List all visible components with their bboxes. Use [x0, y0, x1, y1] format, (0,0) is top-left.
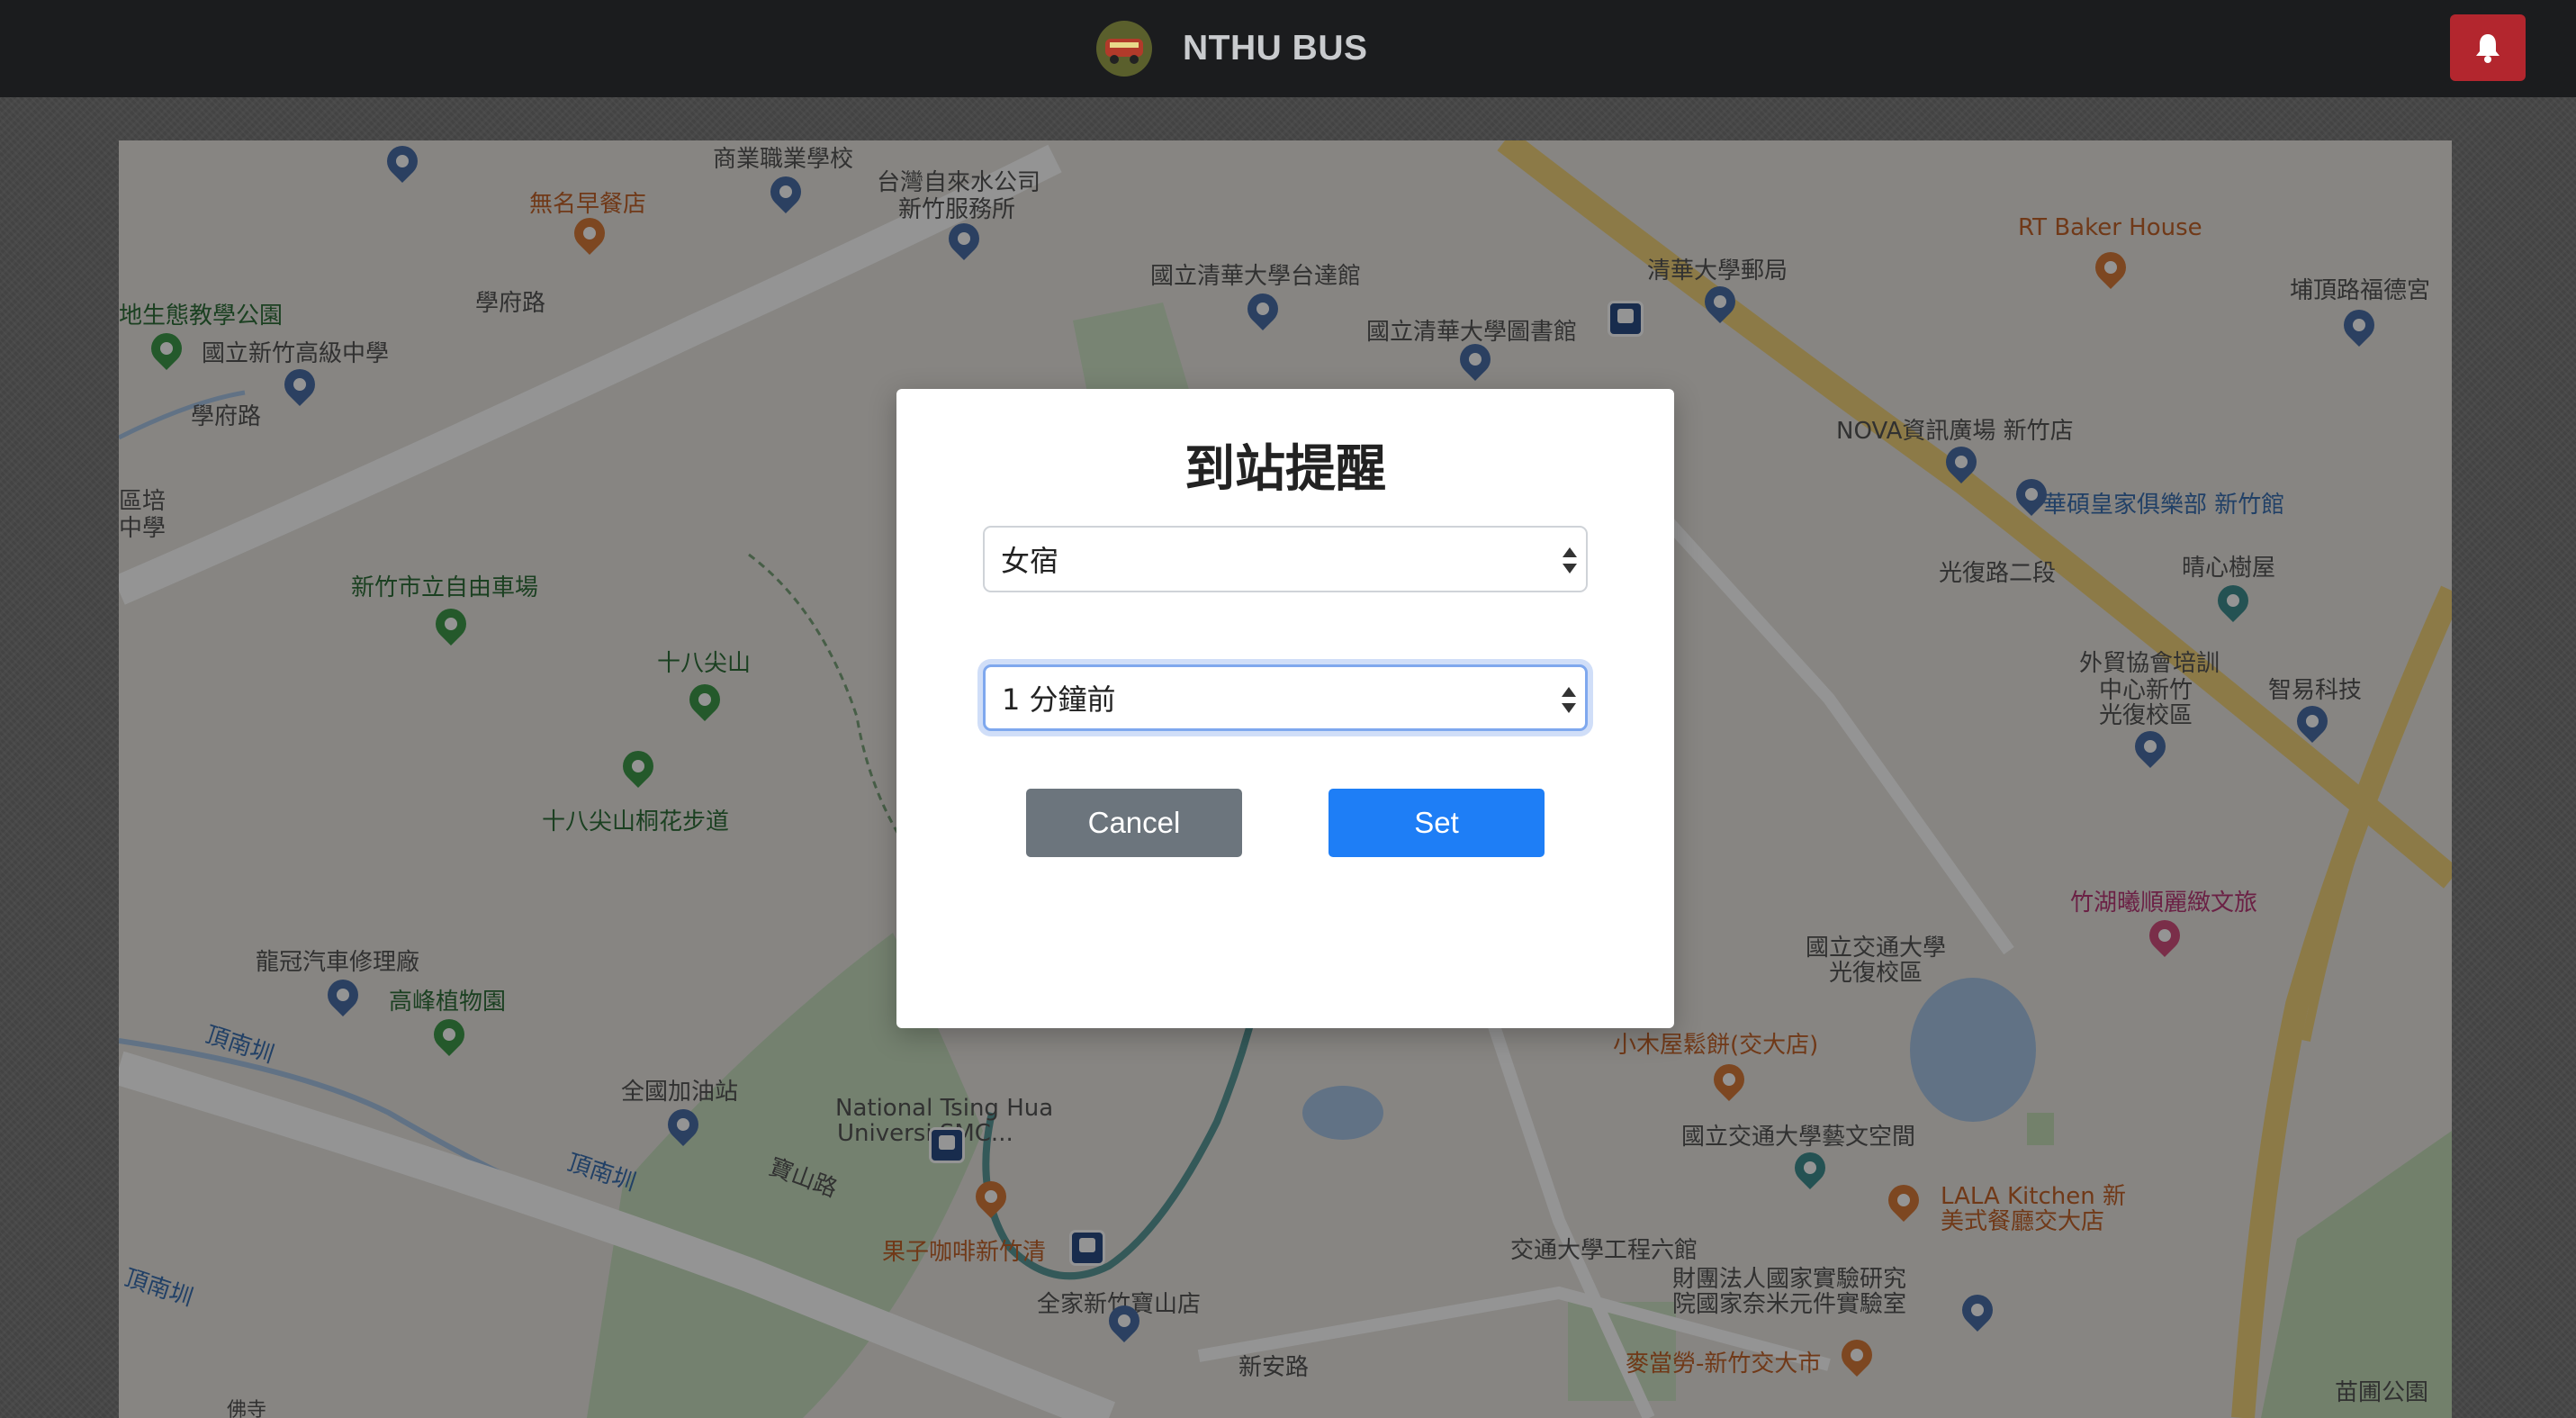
- arrival-alert-modal: 到站提醒 女宿 1 分鐘前 Cancel Set: [896, 389, 1674, 1028]
- bell-icon: [2476, 34, 2499, 63]
- navbar: NTHU BUS: [0, 0, 2576, 97]
- bus-logo-icon: [1096, 21, 1152, 77]
- select-arrows-icon: [1563, 547, 1577, 576]
- set-button[interactable]: Set: [1329, 789, 1545, 857]
- time-select-value: 1 分鐘前: [1002, 682, 1116, 717]
- stop-select-value: 女宿: [1001, 544, 1059, 578]
- time-select[interactable]: 1 分鐘前: [983, 664, 1588, 731]
- cancel-button[interactable]: Cancel: [1026, 789, 1242, 857]
- select-arrows-icon: [1562, 687, 1576, 716]
- notification-button[interactable]: [2450, 14, 2526, 81]
- app-title: NTHU BUS: [1183, 29, 1368, 68]
- modal-title: 到站提醒: [1184, 440, 1386, 499]
- stop-select[interactable]: 女宿: [983, 526, 1588, 592]
- brand[interactable]: NTHU BUS: [1096, 18, 1368, 79]
